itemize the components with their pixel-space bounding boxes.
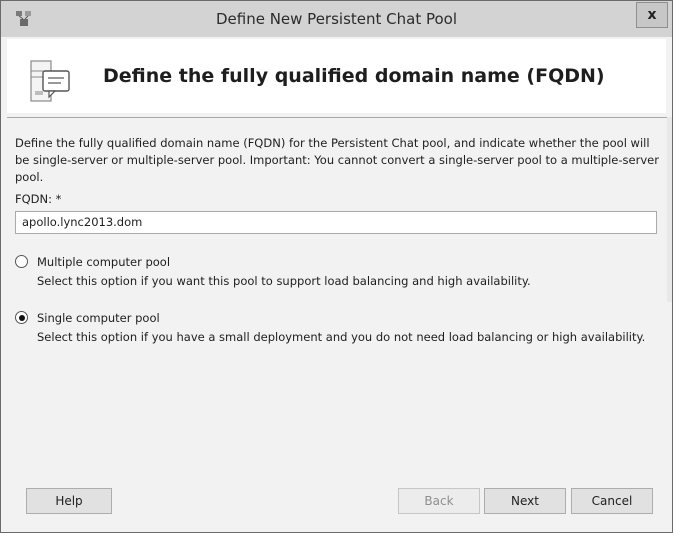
multiple-pool-description: Select this option if you want this pool…	[37, 274, 531, 288]
single-pool-description: Select this option if you have a small d…	[37, 330, 646, 344]
next-button[interactable]: Next	[484, 488, 566, 514]
page-title: Define the fully qualified domain name (…	[103, 65, 605, 87]
single-pool-label[interactable]: Single computer pool	[37, 310, 665, 326]
scrollbar-track[interactable]	[667, 117, 672, 302]
fqdn-input[interactable]: apollo.lync2013.dom	[15, 211, 657, 234]
single-pool-radio[interactable]	[15, 311, 28, 324]
option-multiple-computer-pool[interactable]: Multiple computer pool Select this optio…	[15, 254, 665, 290]
wizard-header: Define the fully qualified domain name (…	[7, 39, 666, 113]
content-area: Define the fully qualified domain name (…	[15, 123, 665, 346]
help-button[interactable]: Help	[26, 488, 112, 514]
header-divider	[7, 117, 667, 118]
dialog-window: Define New Persistent Chat Pool x Define…	[0, 0, 673, 533]
cancel-button[interactable]: Cancel	[571, 488, 653, 514]
multiple-pool-label[interactable]: Multiple computer pool	[37, 254, 665, 270]
close-button[interactable]: x	[636, 2, 668, 28]
option-single-computer-pool[interactable]: Single computer pool Select this option …	[15, 310, 665, 346]
description-text: Define the fully qualified domain name (…	[15, 136, 659, 184]
multiple-pool-radio[interactable]	[15, 255, 28, 268]
window-title: Define New Persistent Chat Pool	[215, 10, 458, 28]
back-button[interactable]: Back	[398, 488, 480, 514]
title-bar[interactable]: Define New Persistent Chat Pool x	[1, 1, 672, 37]
wizard-page-icon	[29, 53, 75, 105]
fqdn-label: FQDN: *	[15, 192, 62, 206]
